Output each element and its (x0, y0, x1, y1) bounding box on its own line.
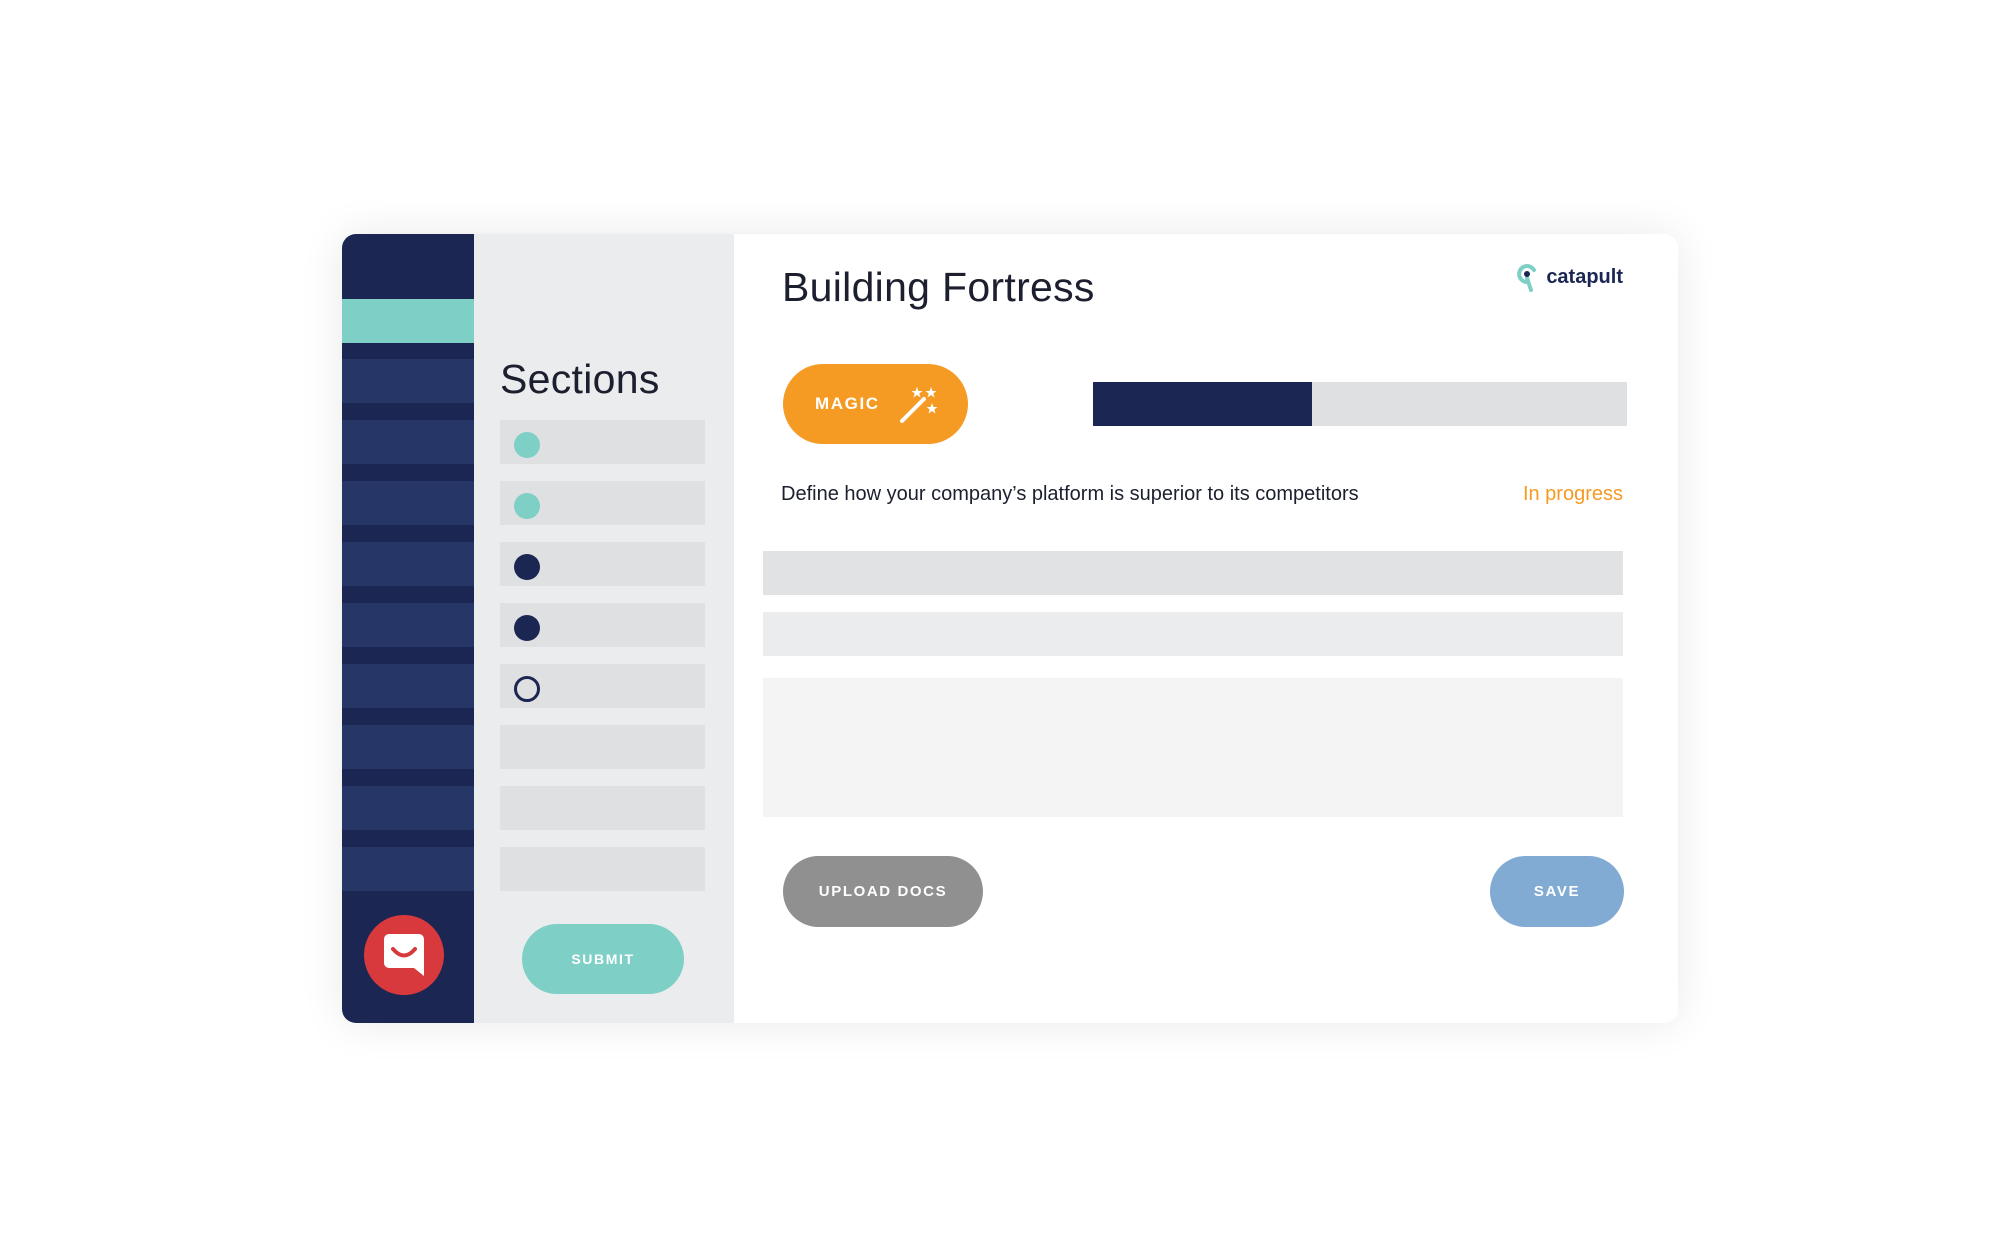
answer-textarea[interactable] (763, 678, 1623, 817)
save-button[interactable]: SAVE (1490, 856, 1624, 927)
rail-item[interactable] (342, 664, 474, 708)
section-row[interactable] (500, 847, 705, 891)
magic-wand-icon (898, 383, 940, 425)
app-window: Sections SUBMIT Building Fortress catapu… (342, 234, 1678, 1023)
answer-field[interactable] (763, 612, 1623, 656)
section-row[interactable] (500, 542, 705, 586)
upload-docs-button[interactable]: UPLOAD DOCS (783, 856, 983, 927)
section-question: Define how your company’s platform is su… (781, 483, 1359, 505)
rail-item[interactable] (342, 786, 474, 830)
section-row[interactable] (500, 664, 705, 708)
main-panel: Building Fortress catapult MAGIC Define … (734, 234, 1678, 1023)
page-title: Building Fortress (782, 264, 1095, 310)
rail-item[interactable] (342, 603, 474, 647)
chat-button[interactable] (364, 915, 444, 995)
sections-panel: Sections SUBMIT (474, 234, 734, 1023)
sections-title: Sections (500, 356, 660, 402)
status-dot-empty (514, 676, 540, 702)
answer-field[interactable] (763, 551, 1623, 595)
section-row[interactable] (500, 786, 705, 830)
left-rail (342, 234, 474, 1023)
status-label: In progress (1522, 483, 1623, 505)
catapult-logo: catapult (1516, 262, 1623, 292)
rail-item-active[interactable] (342, 299, 474, 343)
catapult-logo-icon (1517, 264, 1537, 292)
logo-text: catapult (1546, 265, 1623, 288)
status-dot-complete (514, 432, 540, 458)
rail-item[interactable] (342, 359, 474, 403)
section-row[interactable] (500, 603, 705, 647)
rail-item[interactable] (342, 847, 474, 891)
magic-label: MAGIC (815, 394, 880, 413)
rail-item[interactable] (342, 420, 474, 464)
progress-fill (1093, 382, 1312, 426)
section-row[interactable] (500, 481, 705, 525)
status-dot-filled (514, 615, 540, 641)
rail-item[interactable] (342, 481, 474, 525)
chat-bubble-smile-icon (384, 934, 424, 976)
magic-button[interactable]: MAGIC (783, 364, 968, 444)
status-dot-filled (514, 554, 540, 580)
section-row[interactable] (500, 420, 705, 464)
submit-button[interactable]: SUBMIT (522, 924, 684, 994)
section-row[interactable] (500, 725, 705, 769)
status-dot-complete (514, 493, 540, 519)
rail-item[interactable] (342, 725, 474, 769)
rail-item[interactable] (342, 542, 474, 586)
progress-bar (1093, 382, 1627, 426)
